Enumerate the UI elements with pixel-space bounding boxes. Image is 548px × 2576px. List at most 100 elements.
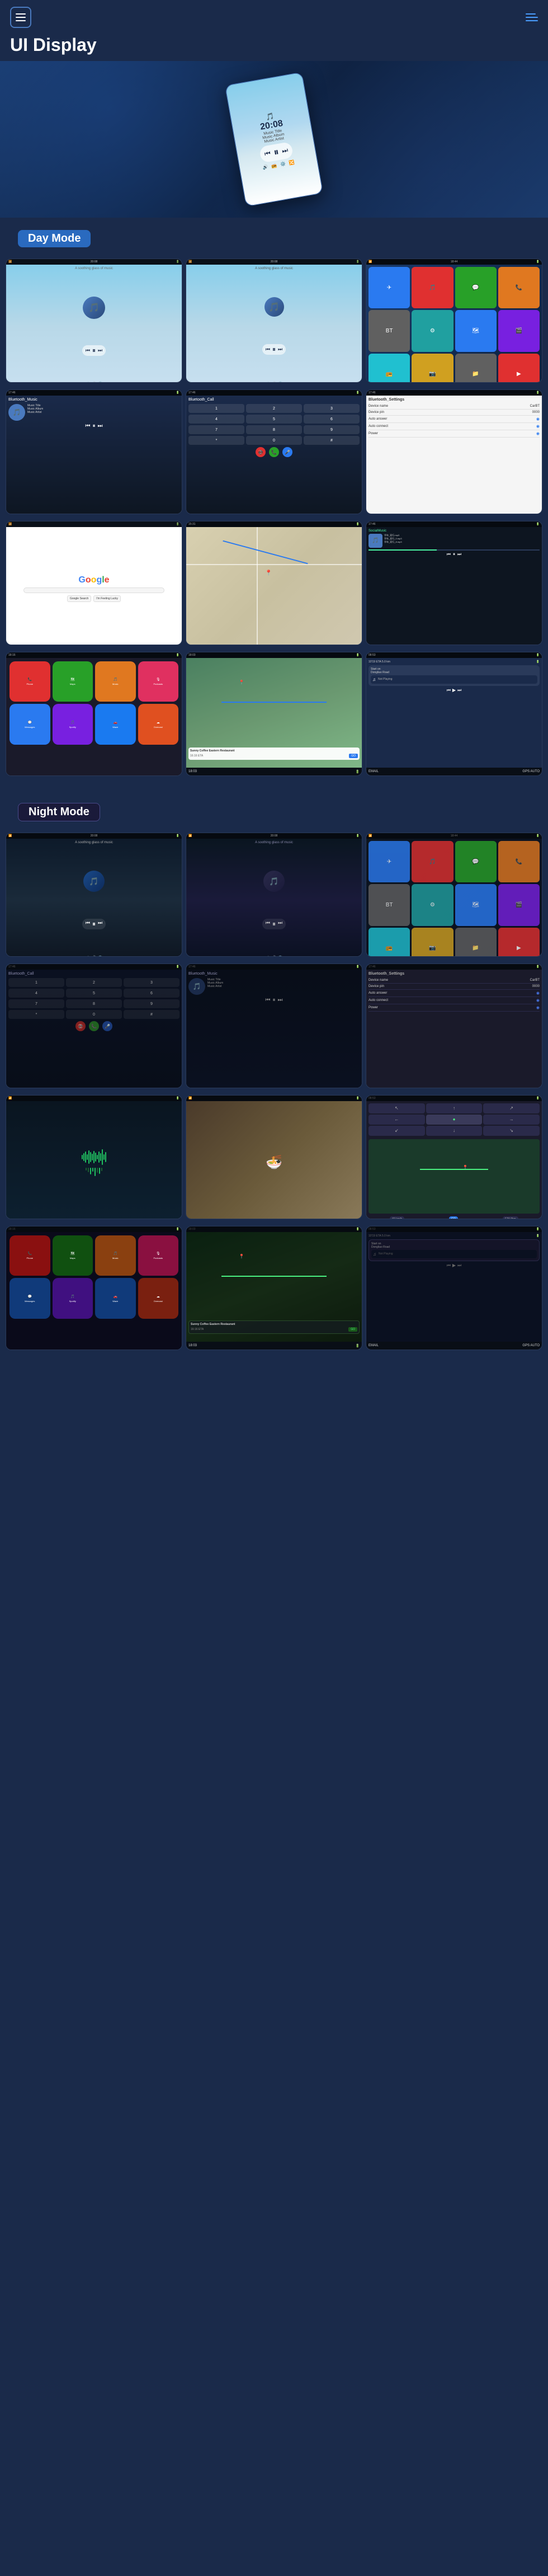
cp-messages[interactable]: 💬Messages	[10, 704, 50, 745]
key-n-star[interactable]: *	[8, 1010, 64, 1019]
key-2[interactable]: 2	[246, 404, 302, 413]
app-radio[interactable]: 📻	[369, 354, 410, 383]
go-button[interactable]: GO	[349, 754, 358, 758]
prev-button[interactable]: ⏮	[264, 149, 271, 158]
prev-icon2[interactable]: ⏮	[266, 346, 270, 352]
key-9[interactable]: 9	[304, 425, 360, 434]
key-n-hash[interactable]: #	[124, 1010, 179, 1019]
setting-auto-answer[interactable]: Auto answer ◉	[369, 416, 540, 423]
player-controls2[interactable]: ⏮ ⏸ ⏭	[262, 344, 286, 355]
setting-auto-connect[interactable]: Auto connect ◉	[369, 423, 540, 430]
key-n-0[interactable]: 0	[66, 1010, 122, 1019]
app-n-files[interactable]: 📁	[455, 928, 497, 957]
setting-n-auto-answer[interactable]: Auto answer ◉	[369, 990, 540, 997]
lucky-btn[interactable]: I'm Feeling Lucky	[93, 595, 121, 602]
prev-icon[interactable]: ⏮	[86, 347, 90, 354]
key-n-8[interactable]: 8	[66, 999, 122, 1008]
key-star[interactable]: *	[188, 436, 244, 445]
player-controls[interactable]: ⏮ ⏸ ⏭	[82, 345, 106, 356]
bt-play[interactable]: ⏸	[93, 423, 96, 429]
setting-n-power[interactable]: Power ◉	[369, 1004, 540, 1012]
app-settings[interactable]: ⚙	[412, 310, 453, 351]
key-5[interactable]: 5	[246, 415, 302, 424]
setting-power[interactable]: Power ◉	[369, 430, 540, 438]
google-search-bar[interactable]	[23, 587, 164, 593]
night-prev[interactable]: ⏮	[86, 920, 90, 928]
bt-controls[interactable]: ⏮ ⏸ ⏭	[8, 423, 179, 429]
app-camera[interactable]: 📷	[412, 354, 453, 383]
night-controls[interactable]: ⏮ ⏸ ⏭	[82, 919, 106, 929]
cp-podcast[interactable]: 🎙Podcasts	[138, 661, 179, 702]
nav-prev-n[interactable]: ⏮	[447, 1263, 451, 1268]
key-3[interactable]: 3	[304, 404, 360, 413]
mic-btn[interactable]: 🎤	[282, 447, 292, 457]
bt-n-controls[interactable]: ⏮ ⏸ ⏭	[188, 997, 360, 1003]
app-music[interactable]: 🎵	[412, 267, 453, 308]
app-maps[interactable]: 🗺	[455, 310, 497, 351]
key-hash[interactable]: #	[304, 436, 360, 445]
nav-down-right[interactable]: ↘	[483, 1126, 540, 1136]
cp-n-waze[interactable]: 🚗Waze	[95, 1278, 136, 1319]
night-play[interactable]: ⏸	[92, 920, 96, 928]
cp-overcast[interactable]: ☁Overcast	[138, 704, 179, 745]
app-n-telegram[interactable]: ✈	[369, 841, 410, 882]
dialpad-night[interactable]: 1 2 3 4 5 6 7 8 9 * 0 #	[8, 978, 179, 1019]
nav-go-btn[interactable]: GO	[449, 1216, 458, 1219]
key-7[interactable]: 7	[188, 425, 244, 434]
night2-play[interactable]: ⏸	[272, 920, 276, 928]
app-n-wechat[interactable]: 💬	[455, 841, 497, 882]
nav-play-btn[interactable]: ▶	[452, 688, 456, 693]
cp-n-podcast[interactable]: 🎙Podcasts	[138, 1235, 179, 1276]
key-8[interactable]: 8	[246, 425, 302, 434]
menu-button[interactable]	[10, 7, 31, 28]
social-next[interactable]: ⏭	[457, 552, 461, 557]
dialpad[interactable]: 1 2 3 4 5 6 7 8 9 * 0 #	[188, 404, 360, 445]
play-icon2[interactable]: ⏸	[272, 345, 276, 354]
cp-n-music[interactable]: 🎵Music	[95, 1235, 136, 1276]
bt-next[interactable]: ⏭	[98, 423, 103, 429]
setting-n-auto-connect[interactable]: Auto connect ◉	[369, 997, 540, 1004]
app-n-music[interactable]: 🎵	[412, 841, 453, 882]
night2-controls[interactable]: ⏮ ⏸ ⏭	[262, 919, 286, 929]
key-6[interactable]: 6	[304, 415, 360, 424]
google-screen[interactable]: Google Google Search I'm Feeling Lucky	[6, 527, 182, 645]
app-bt[interactable]: BT	[369, 310, 410, 351]
play-icon[interactable]: ⏸	[92, 346, 96, 355]
mic-n[interactable]: 🎤	[102, 1021, 112, 1031]
app-n-camera[interactable]: 📷	[412, 928, 453, 957]
cp-n-spotify[interactable]: 🎵Spotify	[53, 1278, 93, 1319]
nav-down[interactable]: ↓	[426, 1126, 483, 1136]
nav-icon[interactable]	[526, 13, 538, 21]
app-youtube[interactable]: ▶	[498, 354, 540, 383]
key-1[interactable]: 1	[188, 404, 244, 413]
cp-waze[interactable]: 🚗Waze	[95, 704, 136, 745]
end-call-btn[interactable]: 📵	[256, 447, 266, 457]
app-n-youtube[interactable]: ▶	[498, 928, 540, 957]
key-n-1[interactable]: 1	[8, 978, 64, 987]
call-buttons[interactable]: 📵 📞 🎤	[188, 447, 360, 457]
key-n-7[interactable]: 7	[8, 999, 64, 1008]
key-n-2[interactable]: 2	[66, 978, 122, 987]
app-n-radio[interactable]: 📻	[369, 928, 410, 957]
key-n-6[interactable]: 6	[124, 989, 179, 998]
google-buttons[interactable]: Google Search I'm Feeling Lucky	[67, 595, 121, 602]
key-n-5[interactable]: 5	[66, 989, 122, 998]
nav-up[interactable]: ↑	[426, 1103, 483, 1113]
google-search-btn[interactable]: Google Search	[67, 595, 91, 602]
app-n-maps[interactable]: 🗺	[455, 884, 497, 925]
app-files[interactable]: 📁	[455, 354, 497, 383]
cp-maps[interactable]: 🗺Maps	[53, 661, 93, 702]
key-0[interactable]: 0	[246, 436, 302, 445]
cp-phone[interactable]: 📞Phone	[10, 661, 50, 702]
call-night-btns[interactable]: 📵 📞 🎤	[8, 1021, 179, 1031]
nav-arrows[interactable]: ↖ ↑ ↗ ← ● → ↙ ↓ ↘	[369, 1103, 540, 1136]
app-n-video[interactable]: 🎬	[498, 884, 540, 925]
key-n-9[interactable]: 9	[124, 999, 179, 1008]
nav-controls[interactable]: ⏮ ▶ ⏭	[369, 688, 540, 693]
night2-prev[interactable]: ⏮	[266, 920, 270, 928]
app-phone[interactable]: 📞	[498, 267, 540, 308]
cp-spotify[interactable]: 🎵Spotify	[53, 704, 93, 745]
key-4[interactable]: 4	[188, 415, 244, 424]
cp-n-maps[interactable]: 🗺Maps	[53, 1235, 93, 1276]
nav-play-n[interactable]: ▶	[452, 1263, 456, 1268]
